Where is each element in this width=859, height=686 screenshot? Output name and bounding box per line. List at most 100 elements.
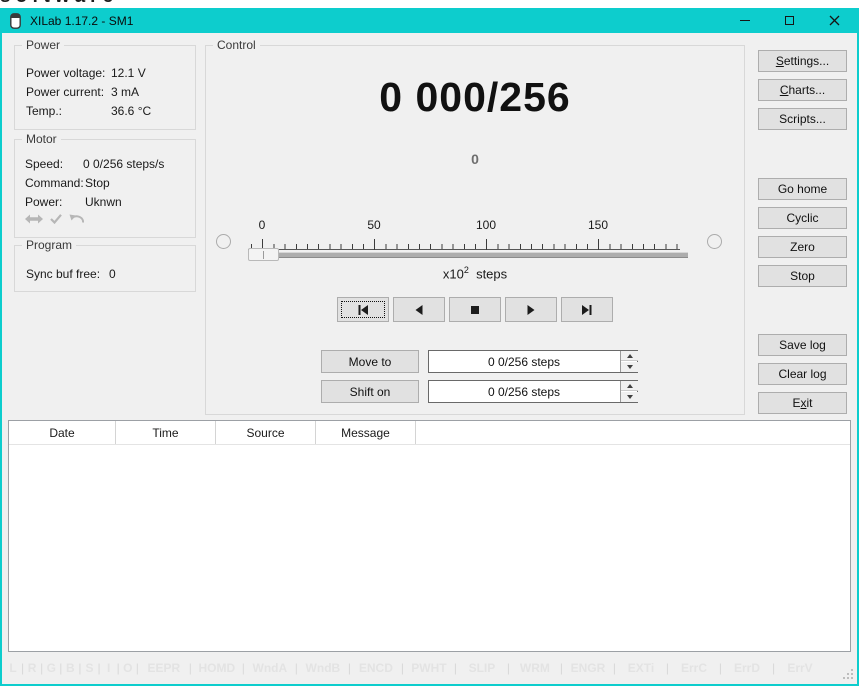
- major-tick: [374, 239, 375, 250]
- status-separator: |: [38, 661, 45, 675]
- settings-button[interactable]: Settings...: [758, 50, 847, 72]
- status-separator: |: [399, 661, 406, 675]
- column-header-time[interactable]: Time: [116, 421, 216, 444]
- zero-button[interactable]: Zero: [758, 236, 847, 258]
- maximize-icon: [785, 16, 794, 25]
- status-flag-SLIP: SLIP: [459, 661, 505, 675]
- charts-button[interactable]: Charts...: [758, 79, 847, 101]
- skip-to-start-button[interactable]: [337, 297, 389, 322]
- move-to-spin-up-button[interactable]: [621, 351, 638, 361]
- temperature-value: 36.6 °C: [111, 104, 151, 118]
- position-display: 0 000/256: [206, 74, 744, 121]
- power-current-value: 3 mA: [111, 85, 139, 99]
- close-icon: [829, 15, 840, 26]
- status-separator: |: [115, 661, 122, 675]
- status-flag-G: G: [45, 661, 57, 675]
- major-tick: [486, 239, 487, 250]
- move-left-icon: [411, 304, 427, 316]
- sync-buf-free-label: Sync buf free:: [26, 267, 100, 281]
- stop-motion-button[interactable]: [449, 297, 501, 322]
- move-right-button[interactable]: [505, 297, 557, 322]
- cyclic-button[interactable]: Cyclic: [758, 207, 847, 229]
- maximize-button[interactable]: [767, 8, 812, 33]
- minor-ticks: [248, 244, 680, 250]
- resize-grip[interactable]: [843, 668, 854, 679]
- exit-button[interactable]: Exit: [758, 392, 847, 414]
- log-table-header: Date Time Source Message: [9, 421, 850, 445]
- temperature-label: Temp.:: [26, 104, 62, 118]
- program-group-title: Program: [22, 238, 76, 252]
- tick-label-50: 50: [352, 218, 396, 232]
- status-separator: |: [452, 661, 459, 675]
- power-voltage-value: 12.1 V: [111, 66, 146, 80]
- power-group-title: Power: [22, 38, 64, 52]
- statusbar: L|R|G|B|S|I|O|EEPR|HOMD|WndA|WndB|ENCD|P…: [2, 652, 857, 684]
- move-to-spin-down-button[interactable]: [621, 362, 638, 372]
- status-separator: |: [57, 661, 64, 675]
- power-voltage-label: Power voltage:: [26, 66, 105, 80]
- tick-label-100: 100: [464, 218, 508, 232]
- status-flag-L: L: [7, 661, 19, 675]
- motor-group-title: Motor: [22, 132, 61, 146]
- window-border-left: [0, 8, 2, 686]
- status-flag-S: S: [84, 661, 96, 675]
- status-separator: |: [134, 661, 141, 675]
- status-flag-EXTi: EXTi: [618, 661, 664, 675]
- motor-power-label: Power:: [25, 195, 62, 209]
- status-separator: |: [558, 661, 565, 675]
- log-table: Date Time Source Message: [8, 420, 851, 652]
- major-tick: [598, 239, 599, 250]
- skip-to-start-icon: [355, 304, 371, 316]
- position-slider-handle[interactable]: [248, 248, 279, 261]
- status-flag-B: B: [64, 661, 76, 675]
- move-left-button[interactable]: [393, 297, 445, 322]
- window-title: XILab 1.17.2 - SM1: [30, 14, 133, 28]
- scripts-button[interactable]: Scripts...: [758, 108, 847, 130]
- stop-button[interactable]: Stop: [758, 265, 847, 287]
- position-sub-display: 0: [206, 151, 744, 167]
- move-to-button[interactable]: Move to: [321, 350, 419, 373]
- position-slider-track[interactable]: [248, 252, 688, 258]
- minimize-icon: [740, 20, 750, 21]
- close-button[interactable]: [812, 8, 857, 33]
- check-icon: [50, 214, 62, 224]
- shift-on-button[interactable]: Shift on: [321, 380, 419, 403]
- tick-label-0: 0: [240, 218, 284, 232]
- left-right-arrow-icon: [25, 214, 43, 224]
- command-value: Stop: [85, 176, 110, 190]
- move-to-spinbox: [428, 350, 638, 373]
- column-header-date[interactable]: Date: [9, 421, 116, 444]
- position-ruler: 0 50 100 150: [248, 218, 680, 250]
- go-home-button[interactable]: Go home: [758, 178, 847, 200]
- power-group: Power Power voltage: 12.1 V Power curren…: [14, 45, 196, 130]
- down-arrow-icon: [627, 365, 633, 369]
- status-flag-WndA: WndA: [247, 661, 293, 675]
- minimize-button[interactable]: [722, 8, 767, 33]
- status-flag-EEPR: EEPR: [141, 661, 187, 675]
- screen: software XILab 1.17.2 - SM1: [0, 0, 859, 686]
- status-flag-I: I: [103, 661, 115, 675]
- status-flag-ErrD: ErrD: [724, 661, 770, 675]
- titlebar[interactable]: XILab 1.17.2 - SM1: [0, 8, 859, 33]
- shift-on-spin-up-button[interactable]: [621, 381, 638, 391]
- skip-to-end-button[interactable]: [561, 297, 613, 322]
- move-to-input[interactable]: [429, 351, 619, 372]
- clear-log-button[interactable]: Clear log: [758, 363, 847, 385]
- column-header-message[interactable]: Message: [316, 421, 416, 444]
- command-label: Command:: [25, 176, 84, 190]
- status-flag-O: O: [122, 661, 134, 675]
- up-arrow-icon: [627, 384, 633, 388]
- save-log-button[interactable]: Save log: [758, 334, 847, 356]
- status-separator: |: [240, 661, 247, 675]
- down-arrow-icon: [627, 395, 633, 399]
- status-flag-ErrC: ErrC: [671, 661, 717, 675]
- speed-label: Speed:: [25, 157, 63, 171]
- column-header-source[interactable]: Source: [216, 421, 316, 444]
- motor-power-value: Uknwn: [85, 195, 122, 209]
- status-separator: |: [76, 661, 83, 675]
- control-group: Control 0 000/256 0 0 50 100 150 x102 st…: [205, 45, 745, 415]
- shift-on-spinbox: [428, 380, 638, 403]
- shift-on-spin-down-button[interactable]: [621, 392, 638, 402]
- control-group-title: Control: [213, 38, 260, 52]
- shift-on-input[interactable]: [429, 381, 619, 402]
